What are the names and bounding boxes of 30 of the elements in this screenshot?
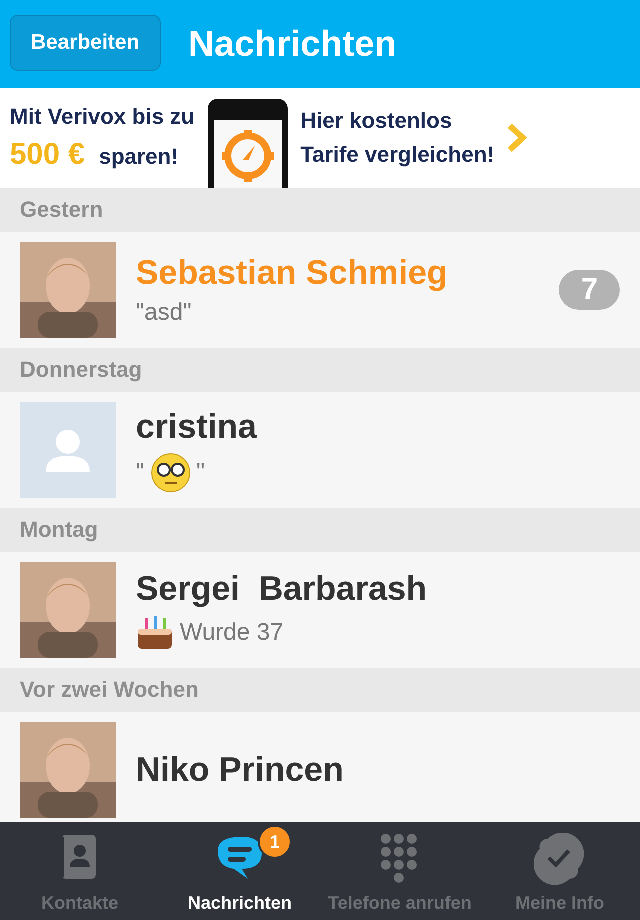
tab-item[interactable]: Telefone anrufen [320,822,480,920]
message-preview: "asd" [136,298,192,326]
ad-text: Mit Verivox bis zu [10,104,195,130]
contact-name: cristina [136,408,258,446]
unread-count: 7 [559,270,620,310]
ad-amount: 500 € [10,138,86,172]
quote-mark: " [136,458,145,486]
notification-badge: 1 [258,825,292,859]
quote-mark: " [196,458,206,486]
tab-item[interactable]: Meine Info [480,822,640,920]
contact-name: Niko Princen [136,750,345,790]
chevron-right-icon[interactable] [506,123,527,153]
screen-title: Nachrichten [188,23,397,65]
tab-item[interactable]: 1 Nachrichten [160,822,320,920]
message-preview: Wurde 37 [180,618,284,646]
nerd-emoji-icon [150,452,191,492]
contact-name: Sebastian Schmieg [136,254,449,292]
checkmark-icon [534,833,586,885]
ad-text: Hier kostenlos [300,108,454,134]
ad-text: sparen! [99,144,179,170]
cake-icon [136,614,174,650]
contact-name: Sergei Barbarash [136,570,428,608]
section-header: Gestern [0,188,640,232]
section-header: Vor zwei Wochen [0,668,640,712]
ad-text: Tarife vergleichen! [300,142,495,168]
edit-button[interactable]: Bearbeiten [10,15,161,71]
avatar-placeholder-icon [20,402,116,498]
section-header: Donnerstag [0,348,640,392]
section-header: Montag [0,508,640,552]
tab-item[interactable]: Kontakte [0,822,160,920]
